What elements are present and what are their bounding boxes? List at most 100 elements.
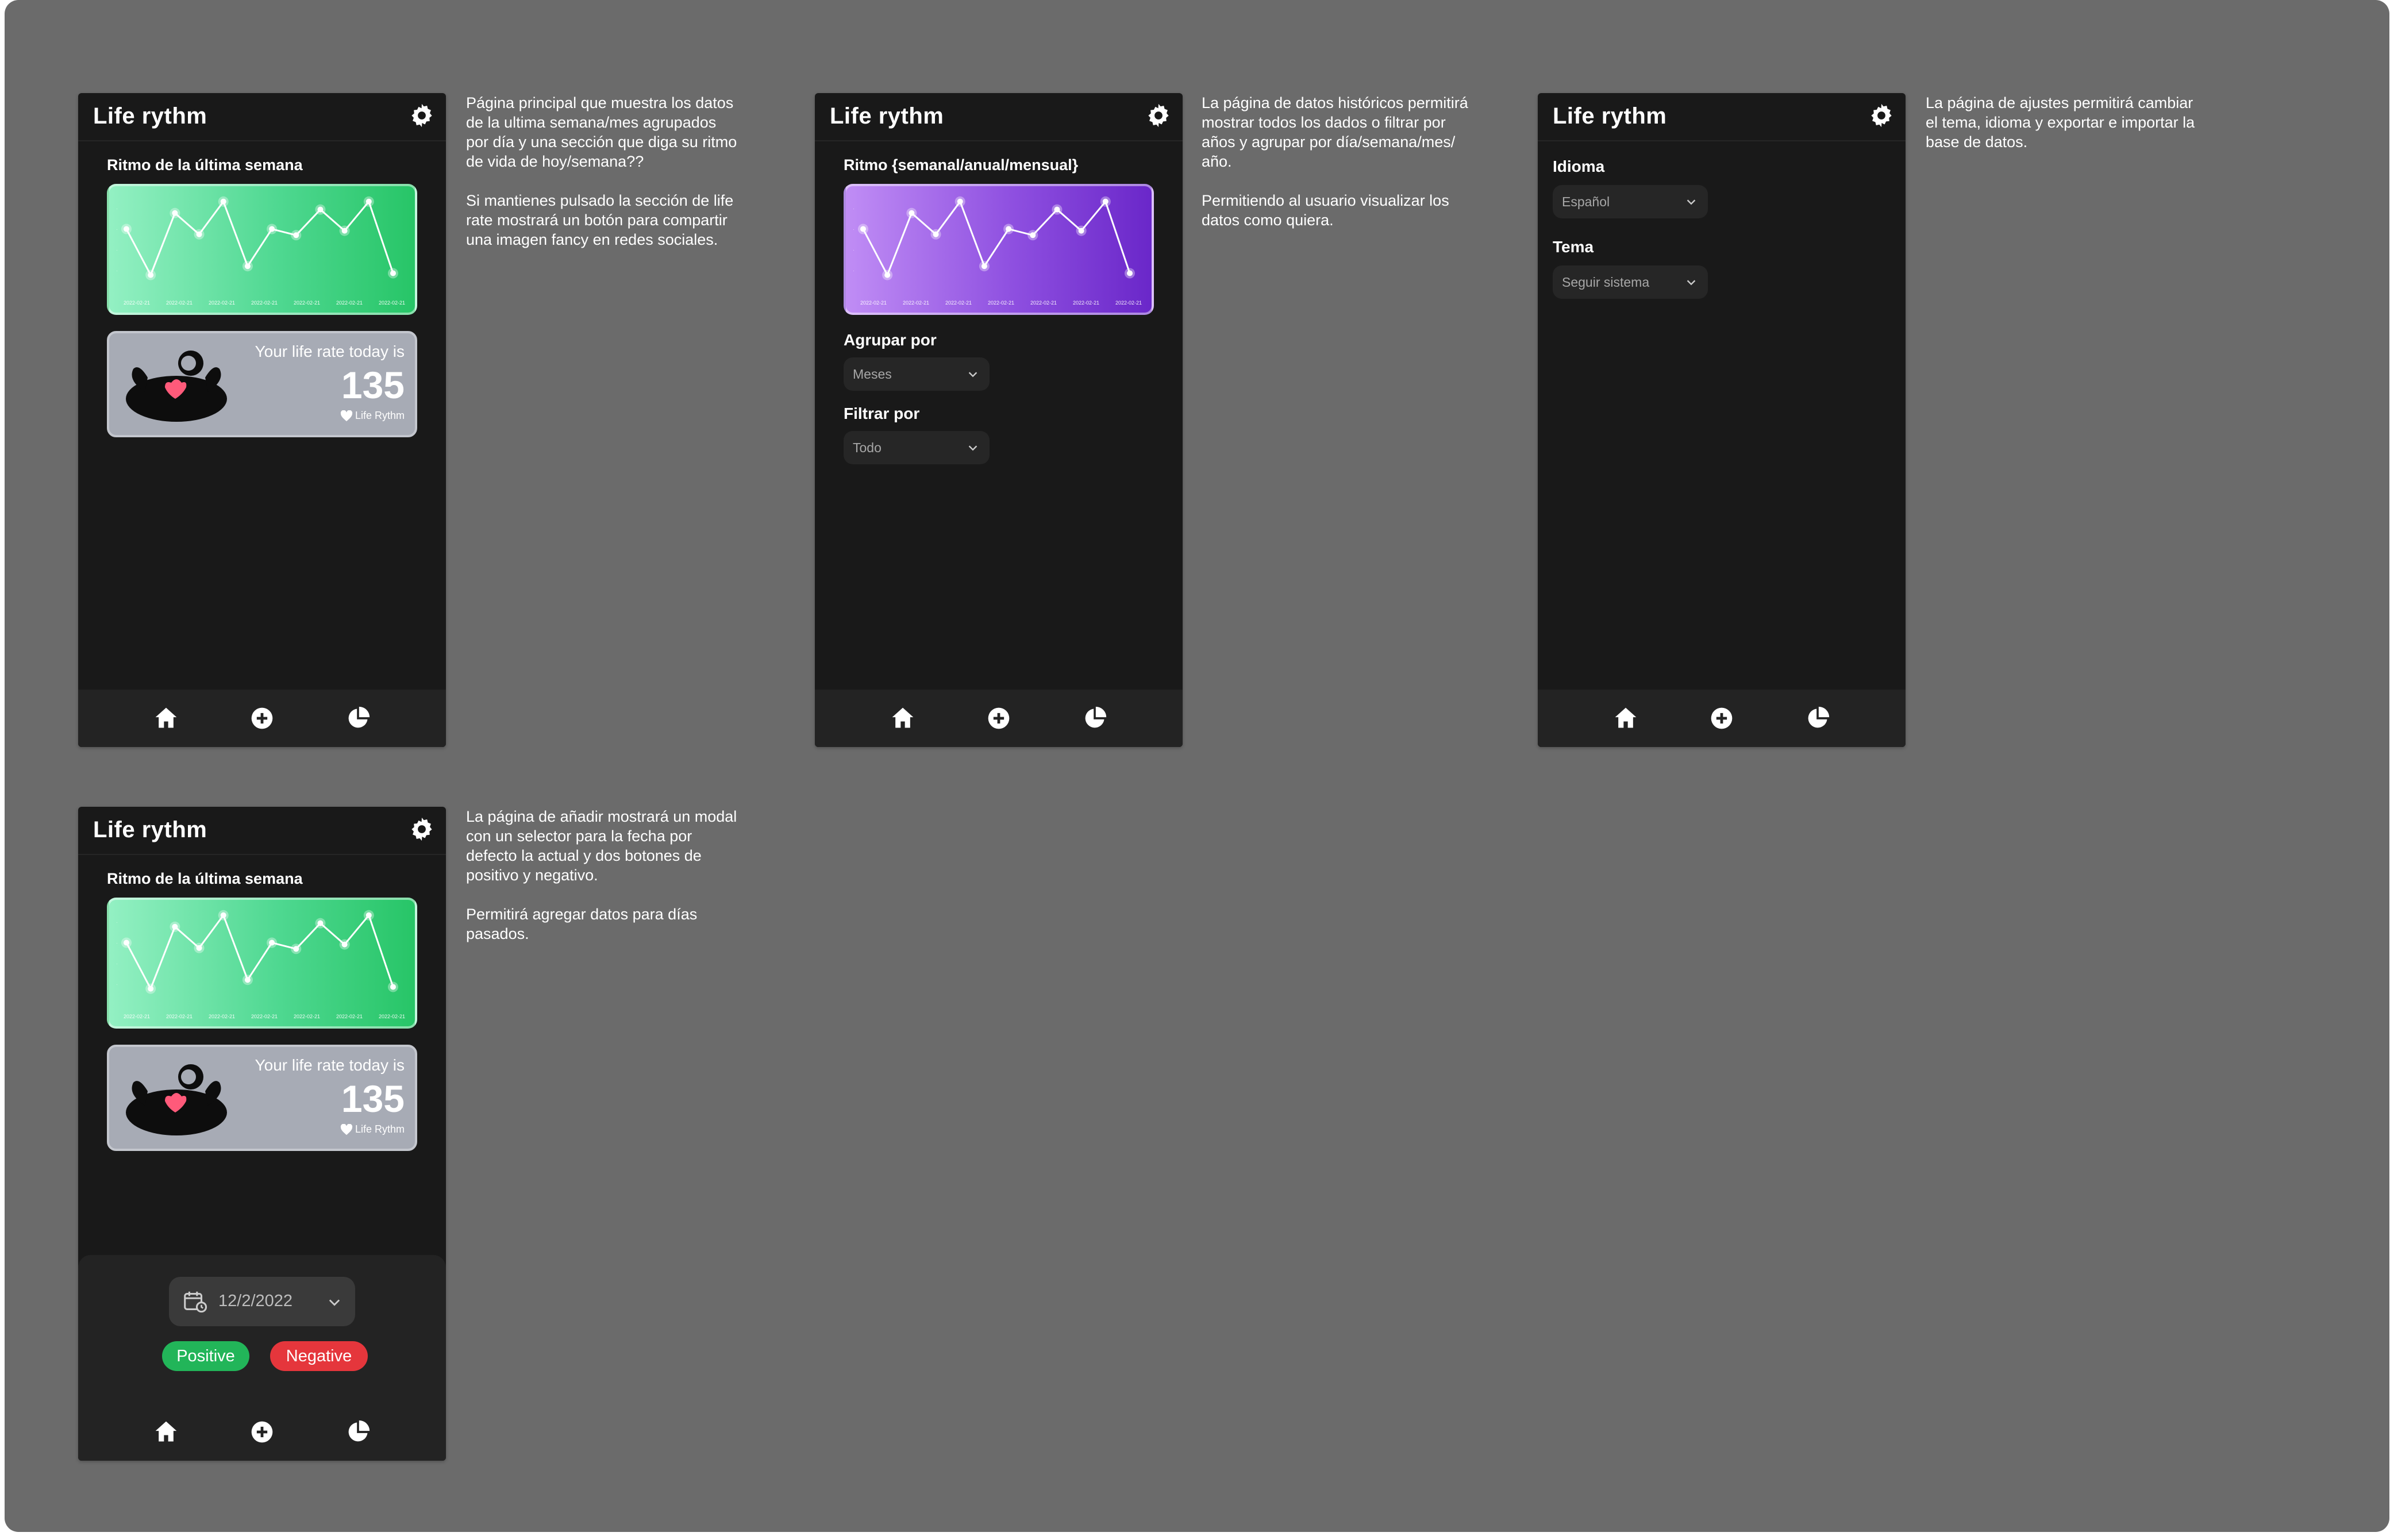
- x-tick-label: 2022-02-21: [166, 300, 193, 306]
- home-icon[interactable]: [153, 1419, 179, 1445]
- date-value: 12/2/2022: [218, 1292, 293, 1310]
- x-tick-label: 2022-02-21: [1073, 300, 1099, 306]
- x-tick-label: 2022-02-21: [336, 1014, 363, 1019]
- data-point: [1006, 226, 1012, 232]
- theme-select[interactable]: Seguir sistema: [1553, 265, 1708, 299]
- chevron-down-icon: [329, 1299, 340, 1306]
- gear-icon[interactable]: [1145, 102, 1172, 129]
- person-heart-illustration: [126, 1064, 227, 1135]
- bottom-nav: [1538, 690, 1906, 747]
- section-title: Ritmo {semanal/anual/mensual}: [844, 156, 1079, 174]
- language-select-value: Español: [1562, 194, 1610, 209]
- data-point: [124, 226, 129, 232]
- data-point: [909, 210, 915, 216]
- series-line: [862, 201, 1131, 276]
- filter-select-value: Todo: [853, 440, 882, 455]
- person-heart-illustration: [126, 351, 227, 422]
- data-point: [317, 920, 324, 926]
- app-header: Life rythm: [1538, 93, 1906, 141]
- life-rate-card[interactable]: Your life rate today is 135 Life Rythm: [107, 1045, 417, 1151]
- chevron-down-icon: [1687, 280, 1696, 286]
- x-tick-label: 2022-02-21: [294, 300, 320, 306]
- design-canvas: Life rythm Ritmo de la última semana · · ·…: [5, 0, 2389, 1532]
- series-line: [125, 914, 394, 990]
- note-add: La página de añadir mostrará un modal co…: [466, 808, 737, 942]
- data-point: [365, 198, 372, 205]
- home-icon[interactable]: [153, 706, 179, 731]
- data-point: [933, 231, 939, 237]
- theme-select-value: Seguir sistema: [1562, 275, 1650, 290]
- add-icon[interactable]: [1709, 706, 1734, 731]
- life-rate-card[interactable]: Your life rate today is 135 Life Rythm: [107, 331, 417, 437]
- data-point: [293, 232, 299, 238]
- x-tick-label: 2022-02-21: [166, 1014, 193, 1019]
- y-tick-mark: ·: [116, 206, 118, 211]
- gear-icon[interactable]: [1868, 102, 1895, 129]
- add-icon[interactable]: [986, 706, 1011, 731]
- add-icon[interactable]: [249, 706, 275, 731]
- x-tick-label: 2022-02-21: [294, 1014, 320, 1019]
- brand-badge: Life Rythm: [340, 1123, 405, 1135]
- app-title: Life rythm: [1553, 103, 1667, 129]
- x-tick-label: 2022-02-21: [251, 1014, 278, 1019]
- x-tick-label: 2022-02-21: [1115, 300, 1142, 306]
- y-tick-mark: ·: [853, 206, 855, 211]
- history-chart: · · · · 2022-02-21 2022-02-21 2022-02-21 2022-0…: [844, 184, 1154, 315]
- line-chart: · · · · 2022-02-21 2022-02-21 2022-02-21 2022-0…: [116, 910, 405, 1019]
- data-point: [124, 940, 129, 946]
- heart-icon: [340, 410, 353, 422]
- gear-icon[interactable]: [409, 102, 435, 129]
- x-tick-label: 2022-02-21: [860, 300, 887, 306]
- data-point: [244, 263, 251, 270]
- filter-label: Filtrar por: [844, 405, 920, 422]
- language-select[interactable]: Español: [1553, 185, 1708, 218]
- app-header: Life rythm: [78, 93, 446, 141]
- data-point: [293, 946, 299, 952]
- data-point: [884, 272, 891, 278]
- x-tick-label: 2022-02-21: [209, 1014, 235, 1019]
- filter-select[interactable]: Todo: [844, 431, 990, 464]
- data-point: [981, 263, 987, 270]
- brand-badge: Life Rythm: [340, 410, 405, 422]
- add-screen: Life rythm Ritmo de la última semana · · ·…: [78, 807, 446, 1461]
- line-chart: · · · · 2022-02-21 2022-02-21 2022-02-21 2022-0…: [853, 196, 1142, 306]
- data-point: [244, 977, 251, 983]
- gear-icon[interactable]: [409, 816, 435, 842]
- data-point: [172, 210, 178, 216]
- positive-button[interactable]: Positive: [162, 1341, 249, 1371]
- data-point: [1127, 270, 1133, 276]
- y-tick-mark: ·: [116, 226, 118, 232]
- date-selector[interactable]: 12/2/2022: [169, 1277, 355, 1326]
- language-label: Idioma: [1553, 157, 1605, 175]
- settings-screen: Life rythm Idioma Español Tema Seguir si…: [1538, 93, 1906, 747]
- chevron-down-icon: [1687, 199, 1696, 205]
- data-point: [957, 198, 963, 205]
- note-home: Página principal que muestra los datos d…: [466, 94, 737, 248]
- x-tick-label: 2022-02-21: [988, 300, 1014, 306]
- home-icon[interactable]: [1613, 706, 1638, 731]
- y-tick-mark: ·: [116, 247, 118, 253]
- line-chart: · · · · 2022-02-21 2022-02-21 2022-02-21 2022-0…: [116, 196, 405, 306]
- pie-chart-icon[interactable]: [1082, 706, 1107, 731]
- app-title: Life rythm: [93, 817, 207, 842]
- pie-chart-icon[interactable]: [345, 1419, 371, 1445]
- calendar-icon: [184, 1291, 207, 1313]
- negative-button[interactable]: Negative: [270, 1341, 368, 1371]
- home-screen: Life rythm Ritmo de la última semana · · ·…: [78, 93, 446, 747]
- group-select[interactable]: Meses: [844, 357, 990, 391]
- rate-value: 135: [341, 1077, 405, 1120]
- pie-chart-icon[interactable]: [1805, 706, 1830, 731]
- y-tick-mark: ·: [116, 919, 118, 925]
- data-point: [1030, 232, 1036, 238]
- x-tick-label: 2022-02-21: [945, 300, 972, 306]
- y-tick-mark: ·: [853, 268, 855, 274]
- add-icon[interactable]: [249, 1419, 275, 1445]
- home-icon[interactable]: [890, 706, 915, 731]
- data-point: [1078, 228, 1084, 234]
- app-title: Life rythm: [830, 103, 944, 129]
- x-tick-label: 2022-02-21: [1030, 300, 1057, 306]
- app-header: Life rythm: [78, 807, 446, 855]
- weekly-chart: · · · · 2022-02-21 2022-02-21 2022-02-21 2022-0…: [107, 184, 417, 315]
- pie-chart-icon[interactable]: [345, 706, 371, 731]
- add-modal: 12/2/2022 Positive Negative: [78, 1255, 446, 1461]
